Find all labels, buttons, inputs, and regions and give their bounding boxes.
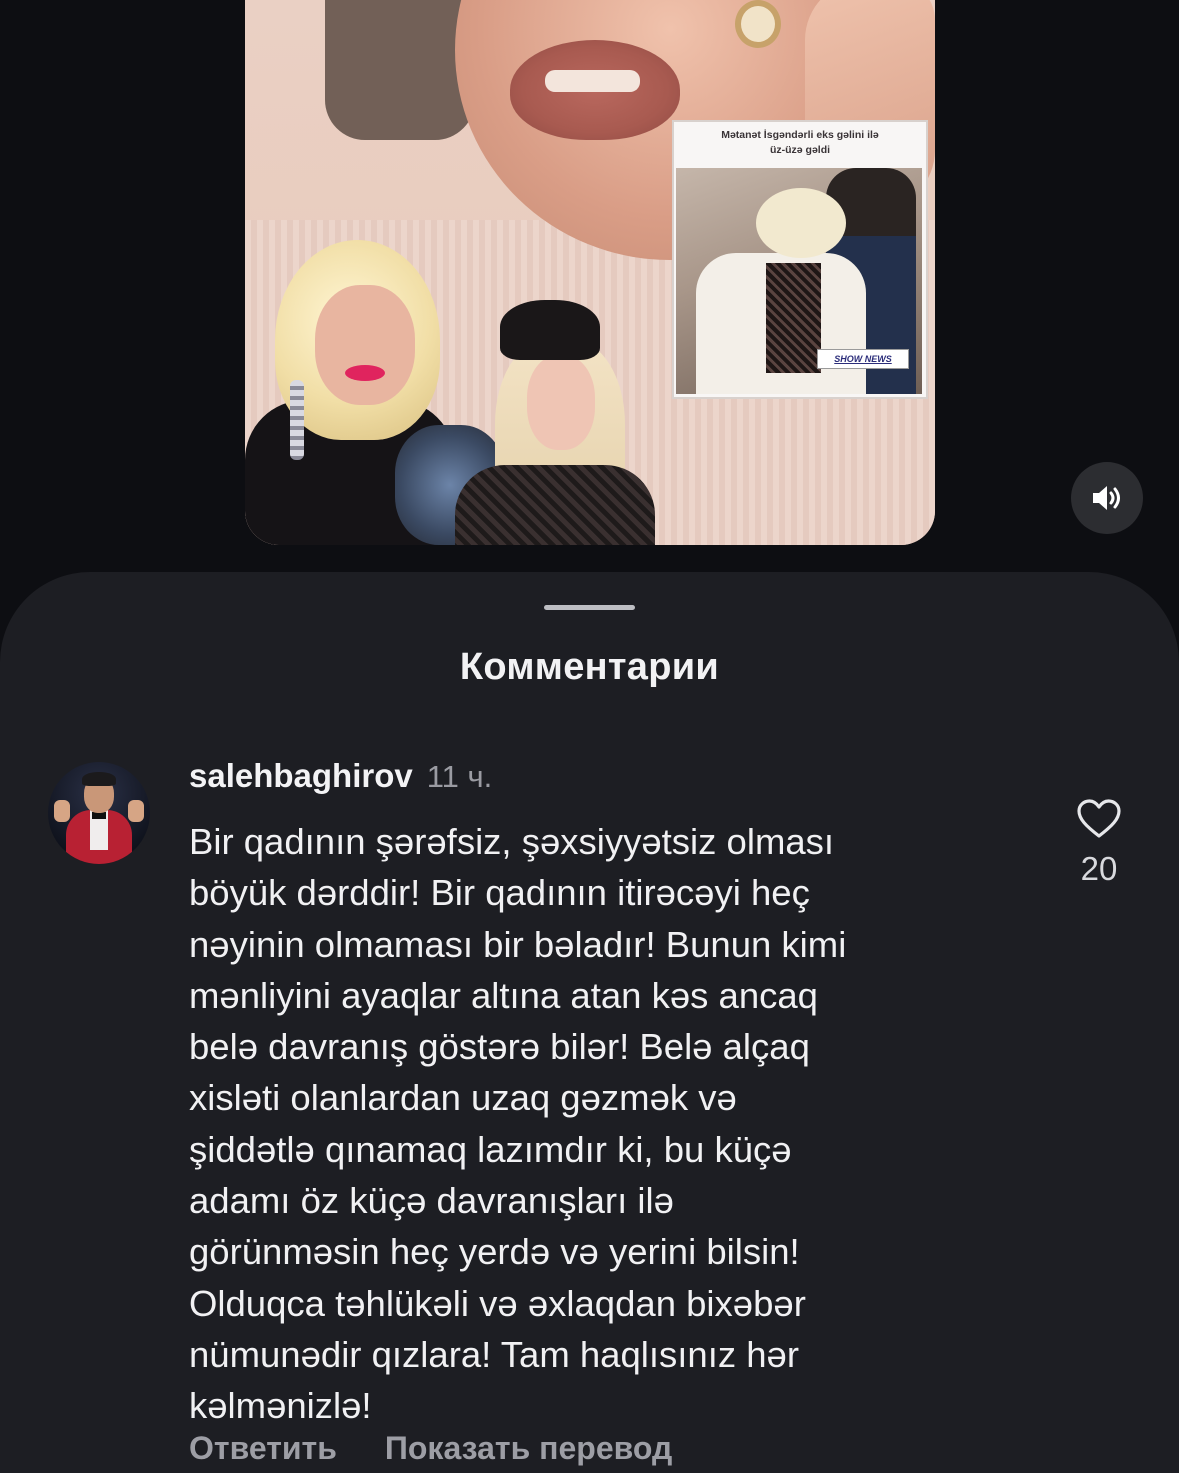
reply-button[interactable]: Ответить xyxy=(189,1430,337,1467)
comment-username[interactable]: salehbaghirov xyxy=(189,757,413,795)
sheet-title: Комментарии xyxy=(459,646,720,688)
comment-text: Bir qadının şərəfsiz, şəxsiyyətsiz olmas… xyxy=(189,821,847,1427)
avatar-bowtie xyxy=(92,812,106,819)
photo-earring xyxy=(290,380,304,460)
video-ring xyxy=(735,0,781,48)
inset-caption: Mətanət İsgəndərli eks gəlini ilə üz-üzə… xyxy=(721,129,879,156)
news-inset: Mətanət İsgəndərli eks gəlini ilə üz-üzə… xyxy=(672,120,928,399)
sheet-drag-handle[interactable] xyxy=(544,605,635,610)
comment-header: salehbaghirov 11 ч. xyxy=(189,757,492,801)
overlay-photo-duo xyxy=(245,230,715,545)
photo-face-right xyxy=(527,355,595,450)
avatar-hand-left xyxy=(54,800,70,822)
like-button[interactable]: 20 xyxy=(1067,798,1131,888)
avatar-hair xyxy=(82,772,116,786)
photo-mouth-left xyxy=(345,365,385,381)
photo-hat xyxy=(500,300,600,360)
speaker-icon xyxy=(1093,486,1120,510)
video-preview[interactable]: Mətanət İsgəndərli eks gəlini ilə üz-üzə… xyxy=(245,0,935,545)
heart-icon xyxy=(1077,799,1121,838)
inset-blonde-hair xyxy=(756,188,846,258)
comments-sheet: Комментарии salehbaghirov 11 ч. Bir qadı… xyxy=(0,572,1179,1473)
video-teeth xyxy=(545,70,640,92)
sound-toggle-button[interactable] xyxy=(1071,462,1143,534)
inset-logo: SHOW NEWS xyxy=(817,349,909,369)
photo-body-right xyxy=(455,465,655,545)
avatar[interactable] xyxy=(48,762,150,864)
like-count: 20 xyxy=(1080,850,1118,887)
inset-lace xyxy=(766,263,821,373)
comment-timestamp: 11 ч. xyxy=(426,759,493,794)
screen: Mətanət İsgəndərli eks gəlini ilə üz-üzə… xyxy=(0,0,1179,1473)
comment-actions: Ответить Показать перевод xyxy=(189,1430,672,1467)
show-translation-button[interactable]: Показать перевод xyxy=(385,1430,672,1467)
photo-face-left xyxy=(315,285,415,405)
avatar-hand-right xyxy=(128,800,144,822)
video-sofa xyxy=(325,0,475,140)
